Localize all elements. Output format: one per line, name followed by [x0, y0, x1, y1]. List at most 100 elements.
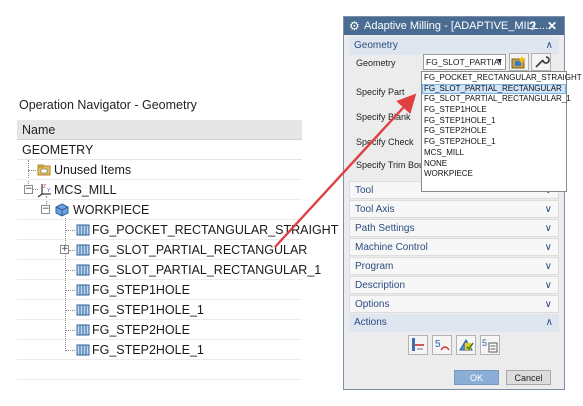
- tree-label: Unused Items: [54, 163, 132, 177]
- verify-icon: [459, 339, 474, 351]
- tree-label: FG_STEP1HOLE_1: [92, 303, 204, 317]
- new-geometry-icon: [511, 55, 526, 69]
- list-button[interactable]: 5: [480, 335, 500, 355]
- tree-label: FG_SLOT_PARTIAL_RECTANGULAR_1: [92, 263, 322, 277]
- tree-label: WORKPIECE: [73, 203, 150, 217]
- section-tool-axis[interactable]: Tool Axis ∨: [349, 200, 559, 218]
- feature-group-icon: [76, 324, 90, 336]
- new-geometry-button[interactable]: [509, 53, 529, 71]
- tree-label: FG_SLOT_PARTIAL_RECTANGULAR: [92, 243, 308, 257]
- help-icon[interactable]: ?: [529, 17, 536, 35]
- tree-row-feature-group[interactable]: FG_STEP1HOLE: [17, 280, 302, 300]
- section-label: Actions: [354, 317, 387, 328]
- name-column-header[interactable]: Name: [17, 120, 302, 140]
- tree-row-feature-group[interactable]: FG_STEP2HOLE_1: [17, 340, 302, 360]
- close-icon[interactable]: ✕: [547, 17, 557, 35]
- chevron-up-icon: ∧: [545, 317, 553, 328]
- folder-icon: [37, 164, 51, 176]
- specify-part-label: Specify Part: [356, 87, 405, 97]
- dropdown-option[interactable]: MCS_MILL: [422, 148, 566, 159]
- feature-group-icon: [76, 344, 90, 356]
- tree-label: FG_STEP2HOLE_1: [92, 343, 204, 357]
- section-label: Machine Control: [355, 242, 428, 253]
- dropdown-option[interactable]: FG_STEP2HOLE: [422, 126, 566, 137]
- tree-row-mcs-mill[interactable]: − Z Y MCS_MILL: [17, 180, 302, 200]
- ok-button[interactable]: OK: [454, 370, 499, 385]
- coordinate-system-icon: Z Y: [37, 184, 51, 198]
- section-label: Options: [355, 299, 390, 310]
- geometry-select[interactable]: FG_SLOT_PARTIAI ▼: [423, 54, 506, 70]
- navigator-title: Operation Navigator - Geometry: [19, 98, 197, 112]
- replay-icon: 5: [435, 339, 450, 351]
- replay-button[interactable]: 5: [432, 335, 452, 355]
- section-program[interactable]: Program ∨: [349, 257, 559, 275]
- verify-button[interactable]: [456, 335, 476, 355]
- chevron-down-icon: ∨: [544, 280, 552, 291]
- geometry-root[interactable]: GEOMETRY: [17, 140, 302, 160]
- chevron-down-icon: ∨: [544, 204, 552, 215]
- tree-row-feature-group[interactable]: FG_STEP2HOLE: [17, 320, 302, 340]
- feature-group-icon: [76, 224, 90, 236]
- feature-group-icon: [76, 284, 90, 296]
- section-description[interactable]: Description ∨: [349, 276, 559, 294]
- section-label: Tool: [355, 185, 374, 196]
- chevron-down-icon: ∨: [544, 242, 552, 253]
- feature-group-icon: [76, 244, 90, 256]
- chevron-down-icon: ∨: [544, 299, 552, 310]
- dialog-title-bar[interactable]: ⚙ Adaptive Milling - [ADAPTIVE_MILL... ?…: [344, 17, 564, 35]
- tree-empty-row: [17, 360, 302, 380]
- svg-text:Y: Y: [47, 188, 51, 194]
- section-label: Program: [355, 261, 394, 272]
- specify-trim-label: Specify Trim Boun: [356, 160, 430, 170]
- section-machine-control[interactable]: Machine Control ∨: [349, 238, 559, 256]
- specify-check-label: Specify Check: [356, 137, 414, 147]
- section-label: Tool Axis: [355, 204, 395, 215]
- generate-icon: [412, 338, 424, 351]
- tree-row-feature-group[interactable]: FG_STEP1HOLE_1: [17, 300, 302, 320]
- tree-label: MCS_MILL: [54, 183, 117, 197]
- section-options[interactable]: Options ∨: [349, 295, 559, 313]
- geometry-value: FG_SLOT_PARTIAI: [426, 57, 502, 67]
- tree-row-feature-group[interactable]: + FG_SLOT_PARTIAL_RECTANGULAR: [17, 240, 307, 260]
- cancel-button[interactable]: Cancel: [506, 370, 551, 385]
- geometry-label: Geometry: [356, 58, 396, 68]
- dropdown-option[interactable]: FG_SLOT_PARTIAL_RECTANGULAR_1: [422, 94, 571, 105]
- tree-row-feature-group[interactable]: FG_POCKET_RECTANGULAR_STRAIGHT: [17, 220, 338, 240]
- workpiece-icon: [55, 203, 69, 217]
- tree-label: FG_STEP2HOLE: [92, 323, 190, 337]
- specify-blank-label: Specify Blank: [356, 112, 411, 122]
- generate-button[interactable]: [408, 335, 428, 355]
- edit-geometry-button[interactable]: [531, 53, 551, 71]
- feature-group-icon: [76, 264, 90, 276]
- dropdown-option[interactable]: FG_POCKET_RECTANGULAR_STRAIGHT: [422, 73, 582, 84]
- wrench-icon: [535, 56, 550, 68]
- dropdown-option[interactable]: NONE: [422, 159, 566, 170]
- dropdown-option[interactable]: WORKPIECE: [422, 169, 566, 180]
- section-path-settings[interactable]: Path Settings ∨: [349, 219, 559, 237]
- tree-label: FG_STEP1HOLE: [92, 283, 190, 297]
- dropdown-option[interactable]: FG_STEP1HOLE_1: [422, 116, 566, 127]
- tree-row-feature-group[interactable]: FG_SLOT_PARTIAL_RECTANGULAR_1: [17, 260, 321, 280]
- section-label: Path Settings: [355, 223, 415, 234]
- section-label: Description: [355, 280, 406, 291]
- gear-icon: ⚙: [349, 19, 360, 33]
- tree-row-workpiece[interactable]: − WORKPIECE: [17, 200, 302, 220]
- expand-toggle[interactable]: +: [60, 245, 69, 254]
- svg-text:5: 5: [435, 339, 441, 350]
- dropdown-option[interactable]: FG_STEP2HOLE_1: [422, 137, 566, 148]
- feature-group-icon: [76, 304, 90, 316]
- collapse-toggle[interactable]: −: [41, 205, 50, 214]
- svg-text:5: 5: [482, 338, 487, 348]
- geometry-dropdown-list[interactable]: FG_POCKET_RECTANGULAR_STRAIGHT FG_SLOT_P…: [421, 71, 582, 192]
- section-label: Geometry: [354, 40, 398, 51]
- dialog-title: Adaptive Milling - [ADAPTIVE_MILL...: [364, 20, 549, 32]
- svg-text:Z: Z: [43, 184, 46, 190]
- dropdown-arrow-icon: ▼: [496, 58, 503, 65]
- section-actions[interactable]: Actions ∧: [349, 314, 559, 332]
- tree-row-unused-items[interactable]: Unused Items: [17, 160, 302, 180]
- dropdown-option[interactable]: FG_STEP1HOLE: [422, 105, 566, 116]
- chevron-down-icon: ∨: [544, 261, 552, 272]
- dropdown-option-selected[interactable]: FG_SLOT_PARTIAL_RECTANGULAR: [422, 83, 566, 95]
- chevron-down-icon: ∨: [544, 223, 552, 234]
- collapse-toggle[interactable]: −: [24, 185, 33, 194]
